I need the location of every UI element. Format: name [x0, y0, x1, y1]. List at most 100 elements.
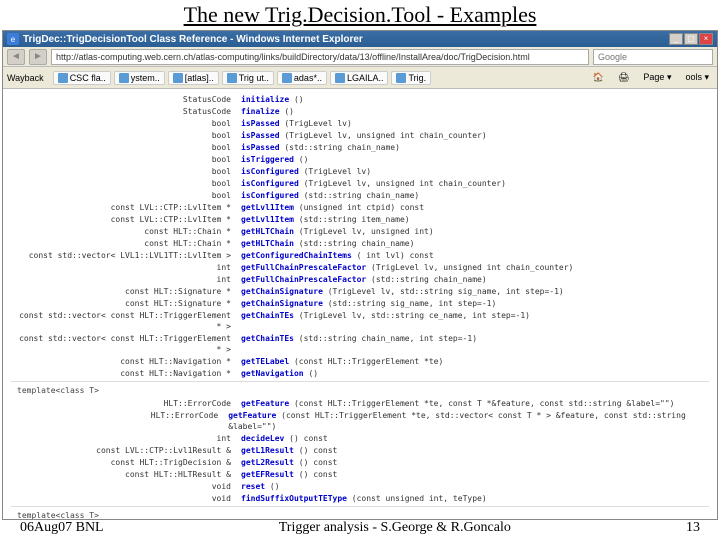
method-row: StatusCodeinitialize (): [11, 93, 709, 105]
search-input[interactable]: [593, 49, 713, 65]
return-type: const HLT::Signature *: [11, 298, 241, 309]
return-type: HLT::ErrorCode: [11, 398, 241, 409]
method-row: boolisPassed (TrigLevel lv): [11, 117, 709, 129]
method-link[interactable]: finalize (): [241, 106, 294, 117]
return-type: bool: [11, 142, 241, 153]
method-link[interactable]: reset (): [241, 481, 280, 492]
method-link[interactable]: getChainSignature (std::string sig_name,…: [241, 298, 496, 309]
return-type: const HLT::Chain *: [11, 238, 241, 249]
footer-page-number: 13: [686, 520, 700, 536]
home-icon[interactable]: 🏠: [589, 70, 608, 85]
method-link[interactable]: getChainTEs (TrigLevel lv, std::string c…: [241, 310, 530, 321]
back-button[interactable]: ◄: [7, 49, 25, 65]
method-link[interactable]: getTELabel (const HLT::TriggerElement *t…: [241, 356, 443, 367]
method-link[interactable]: getFeature (const HLT::TriggerElement *t…: [241, 398, 674, 409]
forward-button[interactable]: ►: [29, 49, 47, 65]
return-type: const std::vector< const HLT::TriggerEle…: [11, 310, 241, 332]
slide-footer: 06Aug07 BNL Trigger analysis - S.George …: [0, 520, 720, 536]
method-link[interactable]: isConfigured (TrigLevel lv, unsigned int…: [241, 178, 506, 189]
maximize-button[interactable]: ▢: [684, 33, 698, 45]
method-row: boolisPassed (std::string chain_name): [11, 141, 709, 153]
method-link[interactable]: getChainSignature (TrigLevel lv, std::st…: [241, 286, 564, 297]
method-row: intdecideLev () const: [11, 432, 709, 444]
method-row: const LVL::CTP::Lvl1Result &getL1Result …: [11, 444, 709, 456]
method-row: const HLT::Navigation *getTELabel (const…: [11, 355, 709, 367]
method-link[interactable]: findSuffixOutputTEType (const unsigned i…: [241, 493, 487, 504]
fav-item[interactable]: CSC fla..: [53, 71, 111, 85]
method-link[interactable]: getL1Result () const: [241, 445, 337, 456]
fav-icon: [119, 73, 129, 83]
return-type: const HLT::Chain *: [11, 226, 241, 237]
method-link[interactable]: isConfigured (std::string chain_name): [241, 190, 419, 201]
template-label: template<class T>: [11, 384, 709, 397]
method-link[interactable]: getConfiguredChainItems ( int lvl) const: [241, 250, 434, 261]
method-link[interactable]: getEFResult () const: [241, 469, 337, 480]
return-type: bool: [11, 166, 241, 177]
method-link[interactable]: getFullChainPrescaleFactor (std::string …: [241, 274, 487, 285]
method-link[interactable]: getHLTChain (std::string chain_name): [241, 238, 414, 249]
return-type: const LVL::CTP::Lvl1Result &: [11, 445, 241, 456]
method-link[interactable]: getL2Result () const: [241, 457, 337, 468]
return-type: const HLT::Navigation *: [11, 356, 241, 367]
method-row: const std::vector< const HLT::TriggerEle…: [11, 332, 709, 355]
return-type: bool: [11, 130, 241, 141]
method-row: intgetFullChainPrescaleFactor (TrigLevel…: [11, 261, 709, 273]
fav-icon: [173, 73, 183, 83]
return-type: const std::vector< const HLT::TriggerEle…: [11, 333, 241, 355]
method-link[interactable]: isPassed (std::string chain_name): [241, 142, 400, 153]
method-row: const std::vector< LVL1::LVL1TT::LvlItem…: [11, 249, 709, 261]
return-type: const HLT::Navigation *: [11, 368, 241, 379]
method-row: const LVL::CTP::LvlItem *getLvl1Item (st…: [11, 213, 709, 225]
page-content: StatusCodeinitialize ()StatusCodefinaliz…: [3, 89, 717, 519]
minimize-button[interactable]: _: [669, 33, 683, 45]
method-link[interactable]: initialize (): [241, 94, 304, 105]
method-link[interactable]: isTriggered (): [241, 154, 308, 165]
fav-icon: [227, 73, 237, 83]
method-link[interactable]: getLvl1Item (std::string item_name): [241, 214, 410, 225]
method-row: const std::vector< const HLT::TriggerEle…: [11, 309, 709, 332]
method-row: StatusCodefinalize (): [11, 105, 709, 117]
tools-menu[interactable]: ools ▾: [681, 70, 713, 85]
method-link[interactable]: isConfigured (TrigLevel lv): [241, 166, 371, 177]
return-type: void: [11, 493, 241, 504]
fav-item[interactable]: [atlas]..: [168, 71, 219, 85]
method-row: const HLT::Chain *getHLTChain (std::stri…: [11, 237, 709, 249]
fav-icon: [396, 73, 406, 83]
return-type: const LVL::CTP::LvlItem *: [11, 214, 241, 225]
wayback-label: Wayback: [7, 73, 44, 83]
url-input[interactable]: [51, 49, 589, 65]
method-link[interactable]: getLvl1Item (unsigned int ctpid) const: [241, 202, 424, 213]
fav-item[interactable]: Trig ut..: [222, 71, 274, 85]
return-type: const std::vector< LVL1::LVL1TT::LvlItem…: [11, 250, 241, 261]
fav-item[interactable]: ystem..: [114, 71, 165, 85]
window-title: TrigDec::TrigDecisionTool Class Referenc…: [23, 34, 669, 45]
ie-icon: e: [7, 33, 19, 45]
address-bar: ◄ ►: [3, 47, 717, 67]
method-row: const LVL::CTP::LvlItem *getLvl1Item (un…: [11, 201, 709, 213]
return-type: int: [11, 262, 241, 273]
method-link[interactable]: getChainTEs (std::string chain_name, int…: [241, 333, 477, 344]
method-row: voidfindSuffixOutputTEType (const unsign…: [11, 492, 709, 504]
return-type: StatusCode: [11, 106, 241, 117]
method-link[interactable]: isPassed (TrigLevel lv): [241, 118, 352, 129]
method-link[interactable]: getFullChainPrescaleFactor (TrigLevel lv…: [241, 262, 573, 273]
return-type: const LVL::CTP::LvlItem *: [11, 202, 241, 213]
close-button[interactable]: ×: [699, 33, 713, 45]
method-link[interactable]: getFeature (const HLT::TriggerElement *t…: [228, 410, 709, 432]
method-link[interactable]: isPassed (TrigLevel lv, unsigned int cha…: [241, 130, 487, 141]
return-type: int: [11, 433, 241, 444]
method-row: HLT::ErrorCodegetFeature (const HLT::Tri…: [11, 397, 709, 409]
method-row: intgetFullChainPrescaleFactor (std::stri…: [11, 273, 709, 285]
fav-item[interactable]: Trig.: [391, 71, 431, 85]
method-link[interactable]: getHLTChain (TrigLevel lv, unsigned int): [241, 226, 434, 237]
fav-item[interactable]: adas*..: [277, 71, 327, 85]
footer-authors: Trigger analysis - S.George & R.Goncalo: [279, 520, 511, 536]
return-type: bool: [11, 178, 241, 189]
method-link[interactable]: decideLev () const: [241, 433, 328, 444]
print-icon[interactable]: 🖨: [614, 70, 633, 85]
method-link[interactable]: getNavigation (): [241, 368, 318, 379]
method-row: boolisPassed (TrigLevel lv, unsigned int…: [11, 129, 709, 141]
page-menu[interactable]: Page ▾: [639, 70, 675, 85]
template-label: template<class T>: [11, 509, 709, 519]
fav-item[interactable]: LGAILA..: [330, 71, 389, 85]
